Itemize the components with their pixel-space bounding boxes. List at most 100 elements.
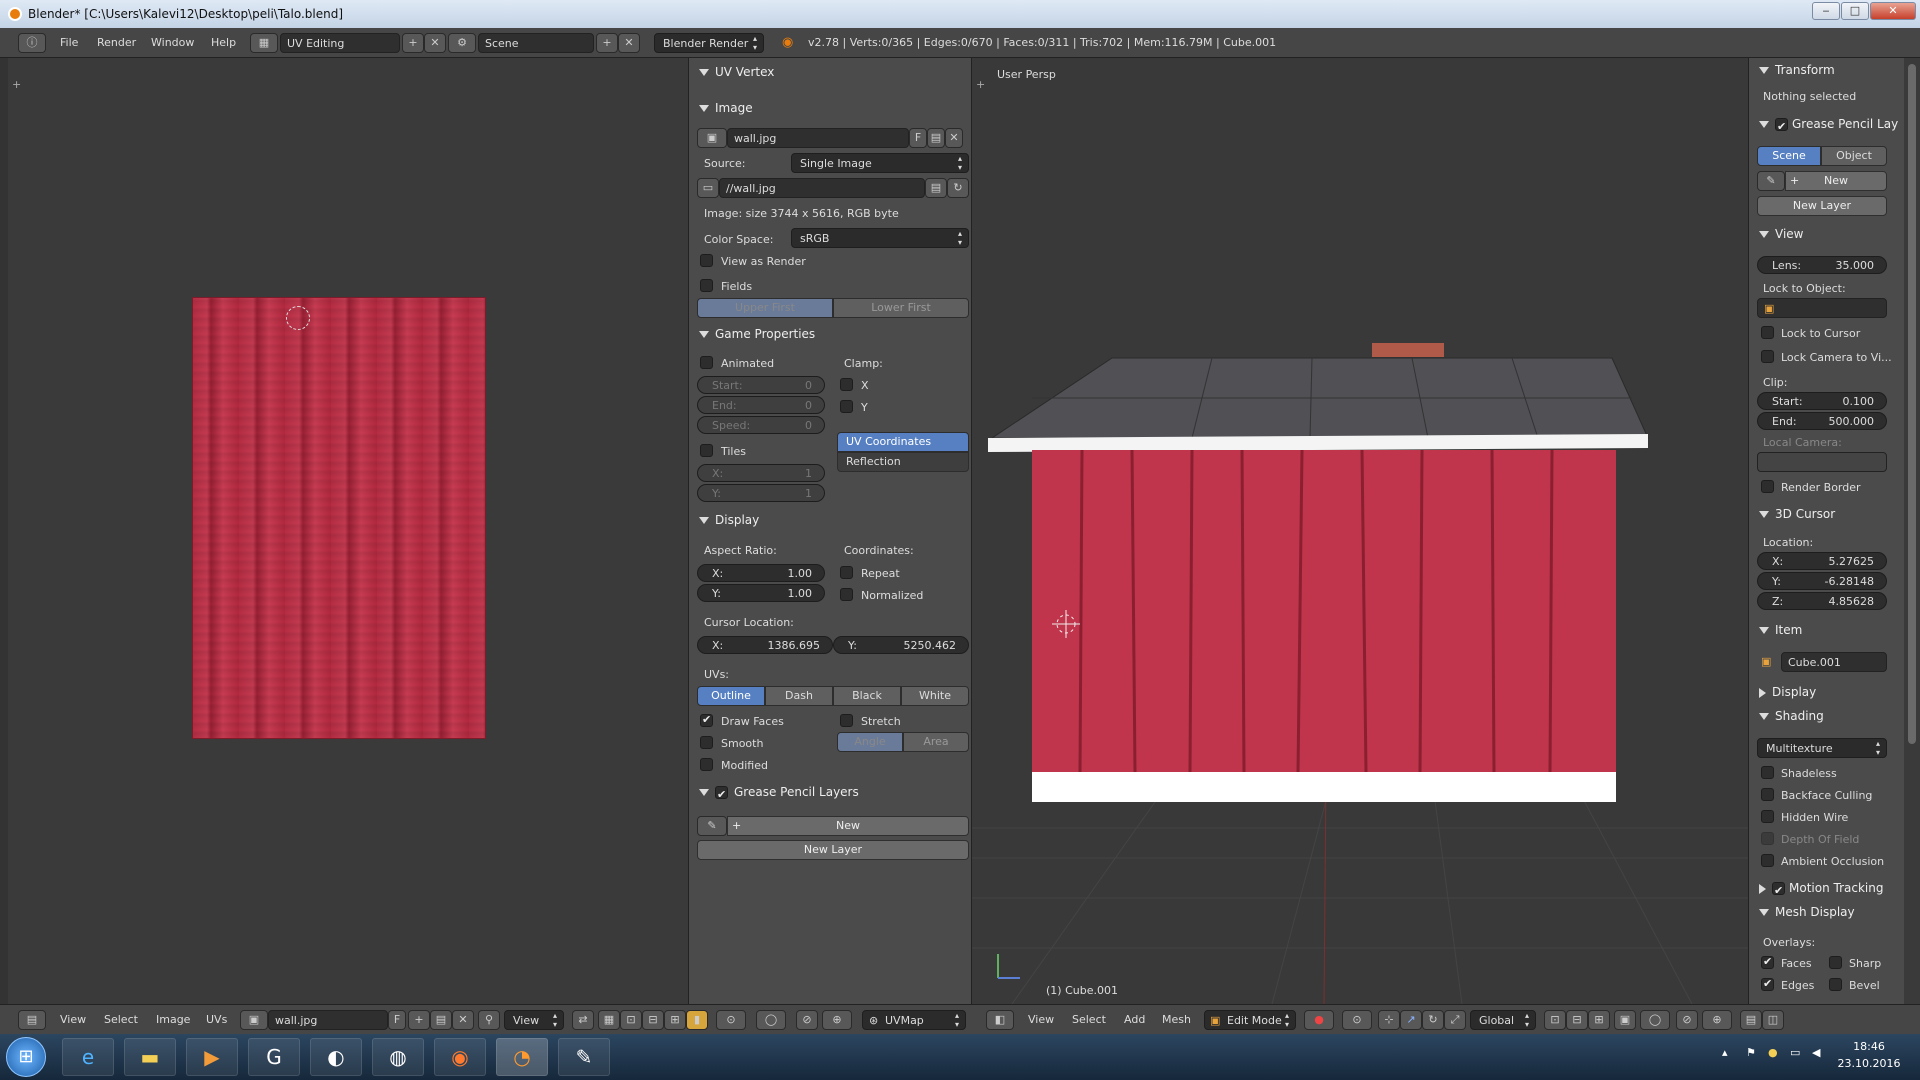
clamp-x-checkbox[interactable] — [840, 378, 853, 391]
bevel-checkbox[interactable] — [1829, 978, 1842, 991]
proportional-edit-icon[interactable]: ◯ — [756, 1010, 786, 1030]
cursor3d-x-field[interactable]: X: 5.27625 — [1757, 552, 1887, 570]
uv-select-mode-icon[interactable]: ▦ — [598, 1010, 620, 1030]
tiles-y-field[interactable]: Y: 1 — [697, 484, 825, 502]
manipulator-icon[interactable]: ⊹ — [1378, 1010, 1400, 1030]
mode-select[interactable]: ▣ Edit Mode — [1204, 1010, 1296, 1030]
snap-3d-icon[interactable]: ⊘ — [1676, 1010, 1698, 1030]
render-engine-select[interactable]: Blender Render — [654, 33, 764, 53]
animated-checkbox[interactable] — [700, 356, 713, 369]
stretch-angle-toggle[interactable]: Angle — [837, 732, 903, 752]
stretch-checkbox[interactable] — [840, 714, 853, 727]
cursor3d-y-field[interactable]: Y: -6.28148 — [1757, 572, 1887, 590]
volume-icon[interactable]: ◀ — [1812, 1046, 1820, 1059]
vertex-mode-icon[interactable]: ⊡ — [1544, 1010, 1566, 1030]
render-preview-icon[interactable]: ▤ — [1740, 1010, 1762, 1030]
add-layout-icon[interactable]: + — [402, 33, 424, 53]
edge-mode-icon[interactable]: ⊟ — [1566, 1010, 1588, 1030]
image-header[interactable]: Image — [689, 98, 971, 118]
grease-pencil-header[interactable]: Grease Pencil Layers — [689, 782, 971, 805]
lock-object-field[interactable]: ▣ — [1757, 298, 1887, 318]
fields-checkbox[interactable] — [700, 279, 713, 292]
upper-first-toggle[interactable]: Upper First — [697, 298, 833, 318]
island-select-icon[interactable]: ▮ — [686, 1010, 708, 1030]
scale-icon[interactable]: ⤢ — [1444, 1010, 1466, 1030]
3d-menu-add[interactable]: Add — [1124, 1013, 1145, 1026]
uv-menu-view[interactable]: View — [60, 1013, 86, 1026]
face-mode-icon[interactable]: ⊞ — [1588, 1010, 1610, 1030]
rotate-icon[interactable]: ↻ — [1422, 1010, 1444, 1030]
vertex-select-icon[interactable]: ⊡ — [620, 1010, 642, 1030]
uv-menu-select[interactable]: Select — [104, 1013, 138, 1026]
motion-tracking-header[interactable]: Motion Tracking — [1749, 878, 1903, 898]
clip-end-field[interactable]: End: 500.000 — [1757, 412, 1887, 430]
image-name-field[interactable]: wall.jpg — [727, 128, 909, 148]
start-button[interactable]: ⊞ — [6, 1037, 46, 1077]
clip-start-field[interactable]: Start: 0.100 — [1757, 392, 1887, 410]
3d-viewport[interactable]: + User Persp (1) Cube.001 — [972, 58, 1748, 1004]
tiles-x-field[interactable]: X: 1 — [697, 464, 825, 482]
bottom-fake-user[interactable]: F — [388, 1010, 406, 1030]
anim-end-field[interactable]: End: 0 — [697, 396, 825, 414]
open-image-icon[interactable]: ▤ — [927, 128, 945, 148]
edges-checkbox[interactable] — [1761, 977, 1774, 991]
fake-user-button[interactable]: F — [909, 128, 927, 148]
grease-pencil-checkbox[interactable] — [715, 785, 728, 805]
lower-first-toggle[interactable]: Lower First — [833, 298, 969, 318]
repeat-checkbox[interactable] — [840, 566, 853, 579]
sync-selection-icon[interactable]: ⇄ — [572, 1010, 594, 1030]
cursor3d-z-field[interactable]: Z: 4.85628 — [1757, 592, 1887, 610]
smooth-checkbox[interactable] — [700, 736, 713, 749]
faces-checkbox[interactable] — [1761, 955, 1774, 969]
grease-new-button[interactable]: + New — [727, 816, 969, 836]
image-browse-icon[interactable]: ▣ — [697, 128, 727, 148]
grease-pencil-layers-header[interactable]: Grease Pencil Lay — [1749, 114, 1903, 134]
bottom-view-select[interactable]: View — [504, 1010, 564, 1030]
clock-date[interactable]: 23.10.2016 — [1836, 1057, 1902, 1070]
render-border-checkbox[interactable] — [1761, 480, 1774, 493]
tray-app-icon[interactable]: ● — [1768, 1046, 1778, 1059]
face-select-icon[interactable]: ⊞ — [664, 1010, 686, 1030]
n-new-layer-button[interactable]: New Layer — [1757, 196, 1887, 216]
add-scene-icon[interactable]: + — [596, 33, 618, 53]
display-header-n[interactable]: Display — [1749, 682, 1903, 702]
edge-select-icon[interactable]: ⊟ — [642, 1010, 664, 1030]
flag-icon[interactable]: ⚑ — [1746, 1046, 1756, 1059]
uv-coordinates-option[interactable]: UV Coordinates — [837, 432, 969, 452]
uv-image-editor[interactable]: + — [8, 58, 688, 1004]
remove-scene-icon[interactable]: ✕ — [618, 33, 640, 53]
unlink-image-icon[interactable]: ✕ — [945, 128, 963, 148]
menu-help[interactable]: Help — [211, 36, 236, 49]
3d-cursor-header[interactable]: 3D Cursor — [1749, 504, 1903, 524]
pin-icon[interactable]: ⚲ — [478, 1010, 500, 1030]
remove-layout-icon[interactable]: ✕ — [424, 33, 446, 53]
lock-camera-checkbox[interactable] — [1761, 350, 1774, 363]
grease-scene-toggle[interactable]: Scene — [1757, 146, 1821, 166]
uv-dash-toggle[interactable]: Dash — [765, 686, 833, 706]
panel-scrollbar[interactable] — [1904, 58, 1920, 1004]
dof-checkbox[interactable] — [1761, 832, 1774, 845]
shading-header[interactable]: Shading — [1749, 706, 1903, 726]
transform-header[interactable]: Transform — [1749, 60, 1903, 80]
mesh-display-header[interactable]: Mesh Display — [1749, 902, 1903, 922]
scene-field[interactable]: Scene — [478, 33, 594, 53]
local-camera-field[interactable] — [1757, 452, 1887, 472]
3d-menu-mesh[interactable]: Mesh — [1162, 1013, 1191, 1026]
aspect-x-field[interactable]: X: 1.00 — [697, 564, 825, 582]
snap-target-icon[interactable]: ⊕ — [1702, 1010, 1732, 1030]
anim-start-field[interactable]: Start: 0 — [697, 376, 825, 394]
snap-element-icon[interactable]: ⊕ — [822, 1010, 852, 1030]
tray-arrow-icon[interactable]: ▴ — [1722, 1046, 1728, 1059]
grease-new-layer-button[interactable]: New Layer — [697, 840, 969, 860]
3d-editor-type-icon[interactable]: ◧ — [986, 1010, 1014, 1030]
reload-icon[interactable]: ↻ — [947, 178, 969, 198]
paint-icon[interactable]: ✎ — [558, 1038, 610, 1076]
n-grease-new-button[interactable]: + New — [1785, 171, 1887, 191]
maximize-button[interactable]: □ — [1841, 2, 1869, 20]
menu-render[interactable]: Render — [97, 36, 136, 49]
editor-type-icon[interactable]: ▤ — [18, 1010, 46, 1030]
proportional-icon[interactable]: ◯ — [1640, 1010, 1670, 1030]
image-browse-icon-bottom[interactable]: ▣ — [240, 1010, 268, 1030]
uv-outline-toggle[interactable]: Outline — [697, 686, 765, 706]
grease-checkbox[interactable] — [1775, 117, 1788, 134]
